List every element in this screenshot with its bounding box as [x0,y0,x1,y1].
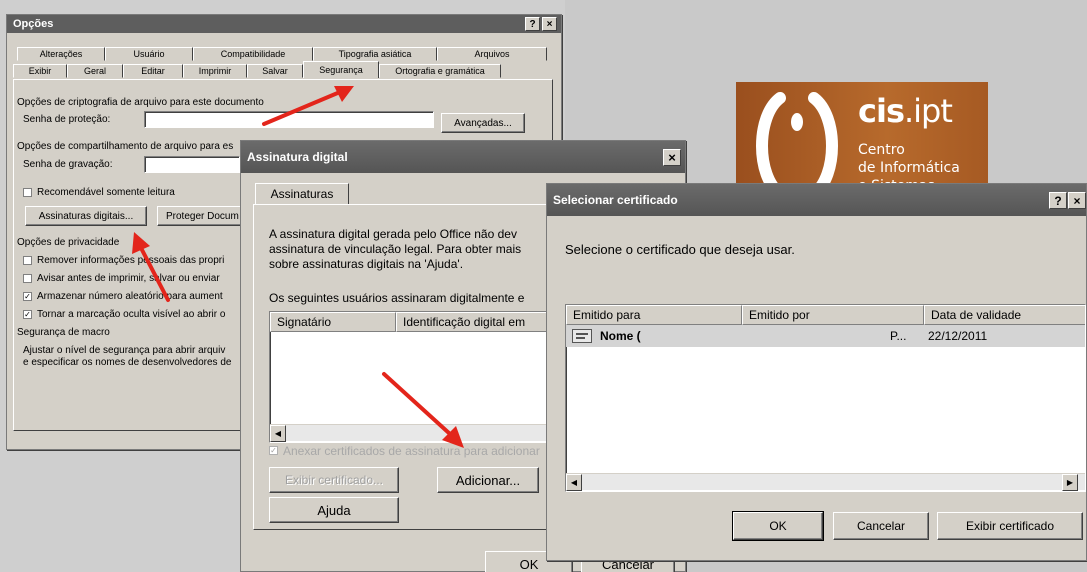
tab-imprimir[interactable]: Imprimir [183,64,247,78]
logo-brand-light: .ipt [903,92,953,130]
add-button[interactable]: Adicionar... [437,467,539,493]
help-button[interactable]: ? [525,17,540,31]
privacy-option-1: Remover informações pessoais das propri [37,255,225,266]
logo-line1: Centro [858,142,905,158]
tab-compatibilidade[interactable]: Compatibilidade [193,47,313,61]
modify-password-input[interactable] [144,156,240,173]
scroll-left-icon[interactable]: ◀ [270,425,286,442]
certificate-hscrollbar[interactable]: ◀ ▶ [566,473,1085,491]
readonly-checkbox[interactable] [23,188,32,197]
privacy-option-2: Avisar antes de imprimir, salvar ou envi… [37,273,220,284]
tab-editar[interactable]: Editar [123,64,183,78]
select-certificate-dialog: Selecionar certificado ? × Selecione o c… [546,183,1087,561]
close-button[interactable]: × [542,17,557,31]
column-data-validade[interactable]: Data de validade [924,305,1085,325]
privacy-option-3: Armazenar número aleatório para aument [37,291,223,302]
certificate-list[interactable]: Emitido para Emitido por Data de validad… [565,304,1086,492]
view-certificate-button[interactable]: Exibir certificado [937,512,1083,540]
signed-by-label: Os seguintes usuários assinaram digitalm… [269,291,525,305]
signature-info-line1: A assinatura digital gerada pelo Office … [269,227,517,241]
cancel-button[interactable]: Cancelar [833,512,929,540]
open-password-input[interactable] [144,111,434,128]
attach-certificates-checkbox[interactable]: ✓ [269,446,278,455]
tab-assinaturas[interactable]: Assinaturas [255,183,349,205]
signature-info-line3: sobre assinaturas digitais na 'Ajuda'. [269,257,464,271]
scroll-left-icon[interactable]: ◀ [566,474,582,491]
select-cert-titlebar: Selecionar certificado [547,184,1086,216]
signers-hscrollbar[interactable]: ◀ [270,424,548,442]
macro-text-line1: Ajustar o nível de segurança para abrir … [23,345,226,356]
column-emitido-para[interactable]: Emitido para [566,305,742,325]
ok-button[interactable]: OK [732,511,824,541]
signature-info-line2: assinatura de vinculação legal. Para obt… [269,242,522,256]
view-certificate-button[interactable]: Exibir certificado... [269,467,399,493]
help-button[interactable]: ? [1049,192,1067,209]
certificate-icon [572,329,592,343]
column-emitido-por[interactable]: Emitido por [742,305,924,325]
tab-ortografia[interactable]: Ortografia e gramática [379,64,501,78]
privacy-section-label: Opções de privacidade [17,237,120,248]
cert-issued-to: Nome ( [600,329,641,343]
tab-alteracoes[interactable]: Alterações [17,47,105,61]
cert-issued-by: P... [890,329,907,343]
attach-certificates-label: Anexar certificados de assinatura para a… [283,444,540,458]
table-row[interactable]: Nome ( P... 22/12/2011 [566,325,1085,347]
select-cert-title: Selecionar certificado [553,193,678,207]
tab-usuario[interactable]: Usuário [105,47,193,61]
tab-geral[interactable]: Geral [67,64,123,78]
options-title: Opções [13,18,54,30]
open-password-label: Senha de proteção: [23,114,111,125]
logo-brand-bold: cis [858,92,905,130]
macro-text-line2: e especificar os nomes de desenvolvedore… [23,357,232,368]
privacy-checkbox-3[interactable]: ✓ [23,292,32,301]
tab-tipografia[interactable]: Tipografia asiática [313,47,437,61]
logo-line2: de Informática [858,160,960,176]
signers-list[interactable]: Signatário Identificação digital em ◀ [269,311,549,443]
share-section-label: Opções de compartilhamento de arquivo pa… [17,141,234,152]
privacy-checkbox-1[interactable] [23,256,32,265]
tab-salvar[interactable]: Salvar [247,64,303,78]
help-button[interactable]: Ajuda [269,497,399,523]
tab-exibir[interactable]: Exibir [13,64,67,78]
signature-titlebar: Assinatura digital [241,141,685,173]
modify-password-label: Senha de gravação: [23,159,113,170]
close-button[interactable]: × [1068,192,1086,209]
logo-brand: cis.ipt [858,92,953,130]
select-cert-prompt: Selecione o certificado que deseja usar. [565,242,795,257]
tab-arquivos[interactable]: Arquivos [437,47,547,61]
protect-document-button[interactable]: Proteger Docum [157,206,243,226]
signature-title: Assinatura digital [247,150,348,164]
options-tabs-row1: Alterações Usuário Compatibilidade Tipog… [17,47,547,61]
readonly-label: Recomendável somente leitura [37,187,175,198]
tab-seguranca[interactable]: Segurança [303,61,379,78]
options-titlebar: Opções [7,15,561,33]
privacy-option-4: Tornar a marcação oculta visível ao abri… [37,309,226,320]
digital-signatures-button[interactable]: Assinaturas digitais... [25,206,147,226]
macro-section-label: Segurança de macro [17,327,110,338]
scroll-right-icon[interactable]: ▶ [1062,474,1078,491]
encrypt-section-label: Opções de criptografia de arquivo para e… [17,97,264,108]
close-button[interactable]: × [663,149,681,166]
cert-expiry: 22/12/2011 [928,329,988,343]
column-identificacao[interactable]: Identificação digital em [396,312,548,332]
options-tabs-row2: Exibir Geral Editar Imprimir Salvar Segu… [13,61,501,78]
privacy-checkbox-2[interactable] [23,274,32,283]
privacy-checkbox-4[interactable]: ✓ [23,310,32,319]
advanced-button[interactable]: Avançadas... [441,113,525,133]
column-signatario[interactable]: Signatário [270,312,396,332]
